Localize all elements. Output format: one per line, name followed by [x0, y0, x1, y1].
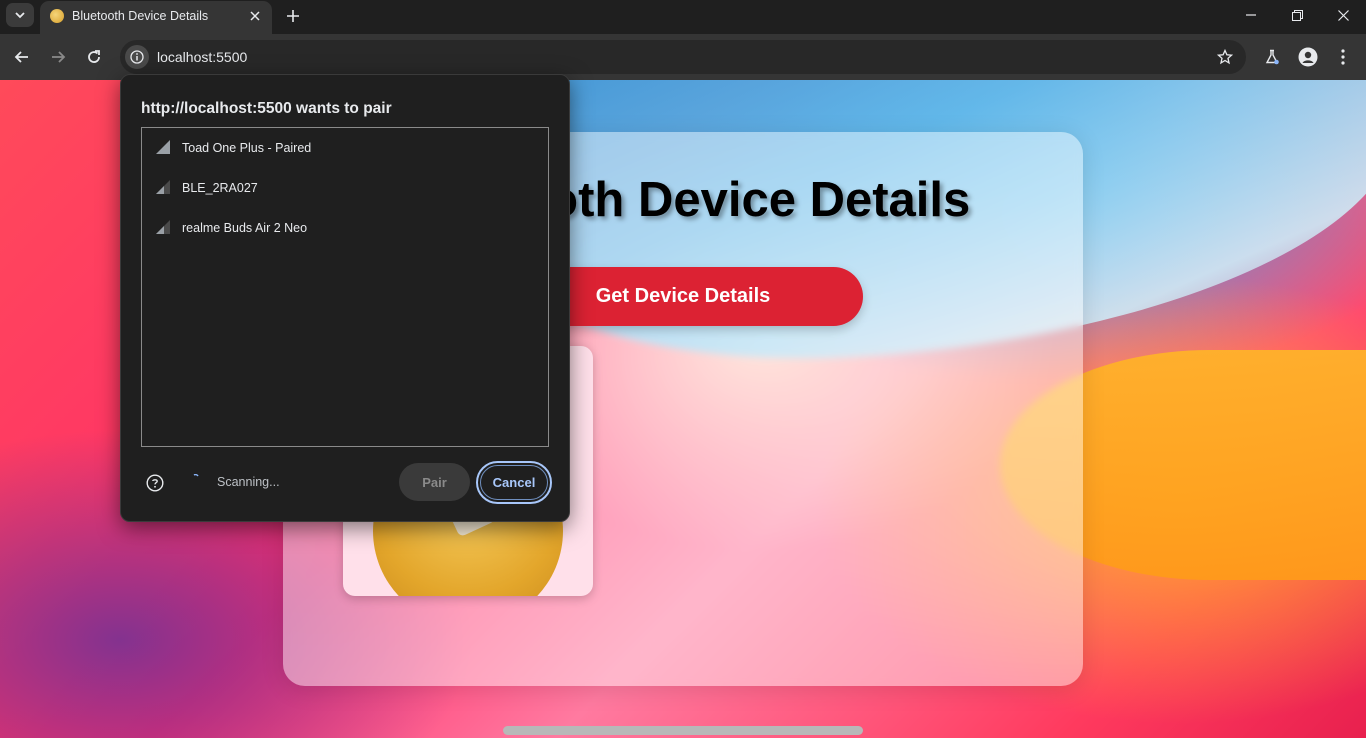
device-list-item[interactable]: Toad One Plus - Paired: [142, 128, 548, 168]
restore-button[interactable]: [1274, 0, 1320, 30]
menu-button[interactable]: [1330, 44, 1356, 70]
tab-strip: Bluetooth Device Details: [0, 0, 1366, 34]
labs-button[interactable]: [1259, 44, 1285, 70]
site-info-button[interactable]: [125, 45, 149, 69]
info-icon: [130, 50, 144, 64]
signal-strong-icon: [156, 140, 170, 154]
minimize-button[interactable]: [1228, 0, 1274, 30]
tab-active[interactable]: Bluetooth Device Details: [40, 1, 272, 34]
chevron-down-icon: [15, 12, 25, 19]
url-text[interactable]: localhost:5500: [157, 49, 247, 65]
cancel-button-label: Cancel: [480, 465, 548, 500]
kebab-menu-icon: [1341, 49, 1345, 65]
device-name: BLE_2RA027: [182, 181, 258, 195]
cancel-button[interactable]: Cancel: [476, 461, 552, 504]
plus-icon: [287, 10, 299, 22]
close-icon: [250, 11, 260, 21]
reload-icon: [88, 50, 100, 63]
restore-icon: [1291, 9, 1303, 21]
bluetooth-pair-dialog: http://localhost:5500 wants to pair Toad…: [120, 74, 570, 522]
device-name: Toad One Plus - Paired: [182, 141, 312, 155]
device-name: realme Buds Air 2 Neo: [182, 221, 308, 235]
favicon-icon: [50, 9, 64, 23]
help-icon: [146, 474, 164, 492]
arrow-right-icon: [52, 51, 66, 63]
tab-search-button[interactable]: [6, 3, 34, 27]
address-bar[interactable]: localhost:5500: [120, 40, 1246, 74]
avatar-icon: [1298, 47, 1318, 67]
back-button[interactable]: [9, 44, 35, 70]
profile-button[interactable]: [1295, 44, 1321, 70]
minimize-icon: [1246, 14, 1256, 16]
arrow-left-icon: [14, 51, 28, 63]
new-tab-button[interactable]: [282, 5, 304, 27]
spinner-icon: [193, 474, 199, 477]
dialog-title: http://localhost:5500 wants to pair: [141, 100, 392, 117]
pair-button[interactable]: Pair: [399, 463, 470, 501]
signal-weak-icon: [156, 220, 170, 234]
flask-icon: [1265, 49, 1279, 65]
forward-button[interactable]: [45, 44, 71, 70]
scan-status: Scanning...: [217, 475, 280, 489]
signal-weak-icon: [156, 180, 170, 194]
device-list: Toad One Plus - Paired BLE_2RA027 realme…: [141, 127, 549, 447]
star-icon: [1217, 49, 1233, 65]
close-window-button[interactable]: [1320, 0, 1366, 30]
bookmark-button[interactable]: [1216, 48, 1234, 66]
help-button[interactable]: [145, 473, 165, 493]
close-icon: [1337, 9, 1349, 21]
tab-close-button[interactable]: [246, 7, 264, 25]
tab-title: Bluetooth Device Details: [72, 9, 209, 23]
horizontal-scrollbar[interactable]: [503, 726, 863, 735]
device-list-item[interactable]: realme Buds Air 2 Neo: [142, 208, 548, 248]
device-list-item[interactable]: BLE_2RA027: [142, 168, 548, 208]
reload-button[interactable]: [81, 44, 107, 70]
